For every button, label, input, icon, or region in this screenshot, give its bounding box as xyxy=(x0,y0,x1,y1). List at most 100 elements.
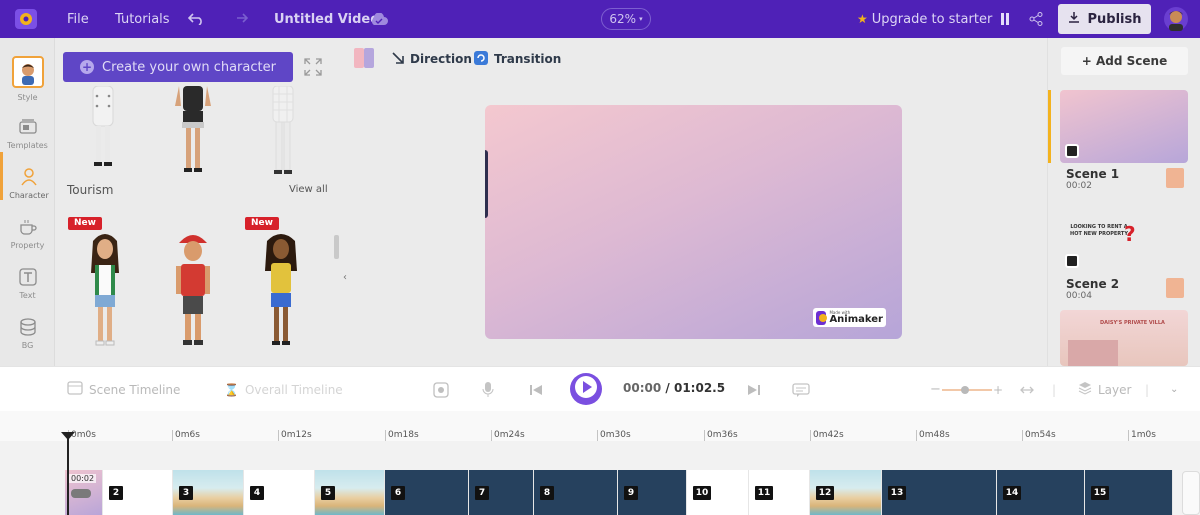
project-title[interactable]: Untitled Video xyxy=(274,0,379,38)
rail-label-text: Text xyxy=(19,291,36,300)
question-mark-icon: ? xyxy=(1124,222,1136,246)
scene-duration: 00:04 xyxy=(1066,291,1092,301)
scene-name[interactable]: Scene 2 xyxy=(1066,277,1119,291)
scene-bg-swatch xyxy=(1166,278,1184,298)
timeline-ruler[interactable]: 0m0s 0m6s 0m12s 0m18s 0m24s 0m30s 0m36s … xyxy=(0,411,1200,441)
timeline-clip-1[interactable]: 00:02 xyxy=(65,470,103,515)
canvas-object-edge[interactable] xyxy=(485,150,488,218)
timeline-clip[interactable]: 5 xyxy=(315,470,385,515)
timeline-zoom-slider[interactable] xyxy=(942,367,992,412)
zoom-out-icon[interactable]: − xyxy=(930,367,941,412)
undo-icon[interactable] xyxy=(188,0,204,38)
timeline-clip[interactable]: 7 xyxy=(469,470,534,515)
animaker-editor: File Tutorials Untitled Video 62% ▾ ★ Up… xyxy=(0,0,1200,515)
timeline-clip[interactable]: 3 xyxy=(173,470,244,515)
skip-back-icon[interactable] xyxy=(530,367,542,412)
tutorials-menu[interactable]: Tutorials xyxy=(115,0,170,38)
timeline-clip[interactable]: 11 xyxy=(749,470,810,515)
timeline-icon xyxy=(67,381,83,398)
timeline-clip[interactable]: 13 xyxy=(882,470,997,515)
animaker-logo-icon[interactable] xyxy=(14,6,40,32)
overall-timeline-tab[interactable]: ⌛ Overall Timeline xyxy=(224,367,343,412)
expand-icon[interactable] xyxy=(304,58,322,76)
rail-item-character[interactable]: Character xyxy=(0,152,55,200)
arrow-down-right-icon xyxy=(392,51,404,67)
cloud-save-icon xyxy=(370,0,388,38)
rail-item-templates[interactable]: Templates xyxy=(0,102,55,150)
layer-button[interactable]: Layer xyxy=(1078,367,1131,412)
share-icon[interactable] xyxy=(1029,0,1043,38)
camera-focus-icon[interactable] xyxy=(433,367,449,412)
subtitle-icon[interactable] xyxy=(792,367,810,412)
zoom-in-icon[interactable]: + xyxy=(993,367,1003,412)
view-all-link[interactable]: View all xyxy=(289,184,328,195)
ruler-tick: 0m42s xyxy=(810,430,844,441)
ruler-tick: 0m54s xyxy=(1022,430,1056,441)
redo-icon[interactable] xyxy=(232,0,248,38)
rail-label-character: Character xyxy=(9,191,49,200)
file-menu[interactable]: File xyxy=(67,0,89,38)
fit-width-icon[interactable] xyxy=(1020,367,1034,412)
zoom-select[interactable]: 62% ▾ xyxy=(601,8,651,30)
upgrade-link[interactable]: ★ Upgrade to starter xyxy=(857,0,992,38)
selected-scene-indicator xyxy=(1048,90,1051,163)
skip-forward-icon[interactable] xyxy=(748,367,760,412)
character-man-checkered[interactable] xyxy=(265,85,301,180)
character-tourist-man-cap[interactable] xyxy=(173,231,213,352)
top-bar: File Tutorials Untitled Video 62% ▾ ★ Up… xyxy=(0,0,1200,38)
clip-options-icon[interactable] xyxy=(71,489,91,498)
timeline-clip[interactable]: 10 xyxy=(687,470,749,515)
direction-button[interactable]: Direction xyxy=(392,50,472,68)
character-tourist-woman[interactable] xyxy=(85,233,125,352)
character-chef[interactable] xyxy=(83,85,123,170)
clip-number: 11 xyxy=(755,486,773,500)
time-separator: / xyxy=(665,381,670,395)
character-tourist-woman-braids[interactable] xyxy=(261,231,301,352)
add-scene-button[interactable]: + Add Scene xyxy=(1061,47,1188,75)
color-swatch-icon[interactable] xyxy=(354,48,374,68)
playhead-line[interactable] xyxy=(67,432,69,515)
timeline-clip[interactable]: 6 xyxy=(385,470,469,515)
total-time: 01:02.5 xyxy=(673,381,726,395)
scenes-panel: + Add Scene Scene 1 00:02 LOOKING TO REN… xyxy=(1047,38,1200,366)
rail-item-property[interactable]: Property xyxy=(0,202,55,250)
snapshot-icon[interactable] xyxy=(1065,144,1079,158)
timeline-clip[interactable]: 8 xyxy=(534,470,618,515)
timeline-clip[interactable]: 12 xyxy=(810,470,882,515)
rail-item-style[interactable]: Style xyxy=(0,50,55,102)
character-woman-black-dress[interactable] xyxy=(173,86,213,180)
rail-item-text[interactable]: Text xyxy=(0,252,55,300)
scene-canvas[interactable]: Made with Animaker xyxy=(485,105,902,339)
timeline-clip[interactable]: 2 xyxy=(103,470,173,515)
pause-icon[interactable] xyxy=(1000,0,1010,38)
publish-button[interactable]: Publish xyxy=(1058,4,1151,34)
overall-timeline-label: Overall Timeline xyxy=(244,382,343,397)
collapse-panel-icon[interactable]: ‹ xyxy=(343,272,347,283)
play-button[interactable] xyxy=(570,373,602,405)
add-clip-slot[interactable] xyxy=(1182,471,1200,515)
timeline-clip[interactable]: 9 xyxy=(618,470,687,515)
scene-thumbnail-1[interactable] xyxy=(1060,90,1188,163)
create-character-button[interactable]: + Create your own character xyxy=(63,52,293,82)
chevron-down-icon[interactable]: ⌄ xyxy=(1170,367,1178,412)
clip-number: 13 xyxy=(888,486,906,500)
microphone-icon[interactable] xyxy=(482,367,494,412)
scene-thumbnail-2[interactable]: LOOKING TO RENT A HOT NEW PROPERTY ? xyxy=(1060,200,1188,273)
panel-scrollbar[interactable] xyxy=(334,235,339,259)
scene-thumbnail-3[interactable]: DAISY'S PRIVATE VILLA xyxy=(1060,310,1188,366)
scene-name[interactable]: Scene 1 xyxy=(1066,167,1119,181)
clip-number: 10 xyxy=(693,486,711,500)
snapshot-icon[interactable] xyxy=(1065,254,1079,268)
timeline-clip[interactable]: 15 xyxy=(1085,470,1173,515)
timeline-clip[interactable]: 4 xyxy=(244,470,315,515)
upgrade-label: Upgrade to starter xyxy=(871,11,993,27)
ruler-tick: 0m30s xyxy=(597,430,631,441)
user-avatar[interactable] xyxy=(1163,5,1189,33)
animaker-logo-icon xyxy=(816,310,828,325)
rail-item-bg[interactable]: BG xyxy=(0,302,55,350)
timeline-clip[interactable]: 14 xyxy=(997,470,1085,515)
layer-label: Layer xyxy=(1098,382,1132,397)
scene-timeline-tab[interactable]: Scene Timeline xyxy=(67,367,180,412)
transition-button[interactable]: Transition xyxy=(474,50,561,68)
clip-number: 12 xyxy=(816,486,834,500)
